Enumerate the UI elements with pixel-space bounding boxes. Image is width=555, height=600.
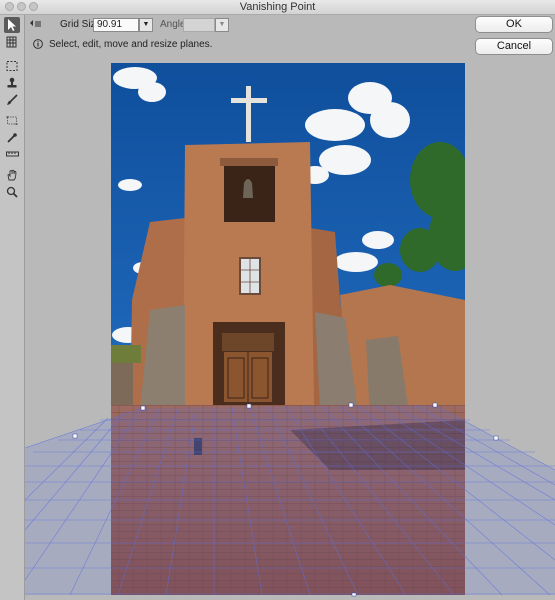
close-window-button[interactable] (5, 2, 14, 11)
transform-icon (6, 116, 18, 125)
marquee-icon (6, 61, 18, 71)
create-plane-tool[interactable] (4, 34, 20, 50)
minimize-window-button[interactable] (17, 2, 26, 11)
edit-plane-tool[interactable] (4, 17, 20, 33)
grid-size-dropdown[interactable]: ▼ (139, 18, 153, 32)
options-bar: Grid Size: 90.91 ▼ Angle: ▼ (25, 15, 470, 35)
cancel-button[interactable]: Cancel (475, 38, 553, 55)
transform-tool[interactable] (4, 112, 20, 128)
title-bar: Vanishing Point (0, 0, 555, 15)
eyedropper-tool[interactable] (4, 130, 20, 146)
eyedropper-icon (7, 133, 17, 143)
angle-input[interactable] (183, 18, 215, 32)
hand-tool[interactable] (4, 167, 20, 183)
stamp-icon (7, 77, 17, 88)
zoom-tool[interactable] (4, 184, 20, 200)
grid-plane-icon (6, 36, 17, 48)
plane-options-menu-icon[interactable] (30, 19, 42, 32)
zoom-window-button[interactable] (29, 2, 38, 11)
preview-canvas[interactable] (25, 55, 555, 600)
ruler-icon (5, 151, 19, 157)
window-title: Vanishing Point (239, 1, 316, 13)
angle-dropdown[interactable]: ▼ (215, 18, 229, 32)
image-preview (25, 63, 555, 597)
brush-tool[interactable] (4, 92, 20, 108)
measure-tool[interactable] (4, 146, 20, 162)
hand-icon (7, 169, 17, 181)
info-bar: Select, edit, move and resize planes. (25, 36, 470, 52)
ok-button[interactable]: OK (475, 16, 553, 33)
tools-panel (0, 15, 25, 600)
marquee-tool[interactable] (4, 58, 20, 74)
grid-size-input[interactable]: 90.91 (93, 18, 139, 32)
info-icon (33, 39, 43, 49)
perspective-plane-grid[interactable] (25, 402, 555, 597)
info-message: Select, edit, move and resize planes. (49, 39, 213, 50)
brush-icon (7, 94, 18, 105)
arrow-icon (8, 19, 16, 31)
stamp-tool[interactable] (4, 75, 20, 91)
zoom-icon (6, 186, 18, 198)
